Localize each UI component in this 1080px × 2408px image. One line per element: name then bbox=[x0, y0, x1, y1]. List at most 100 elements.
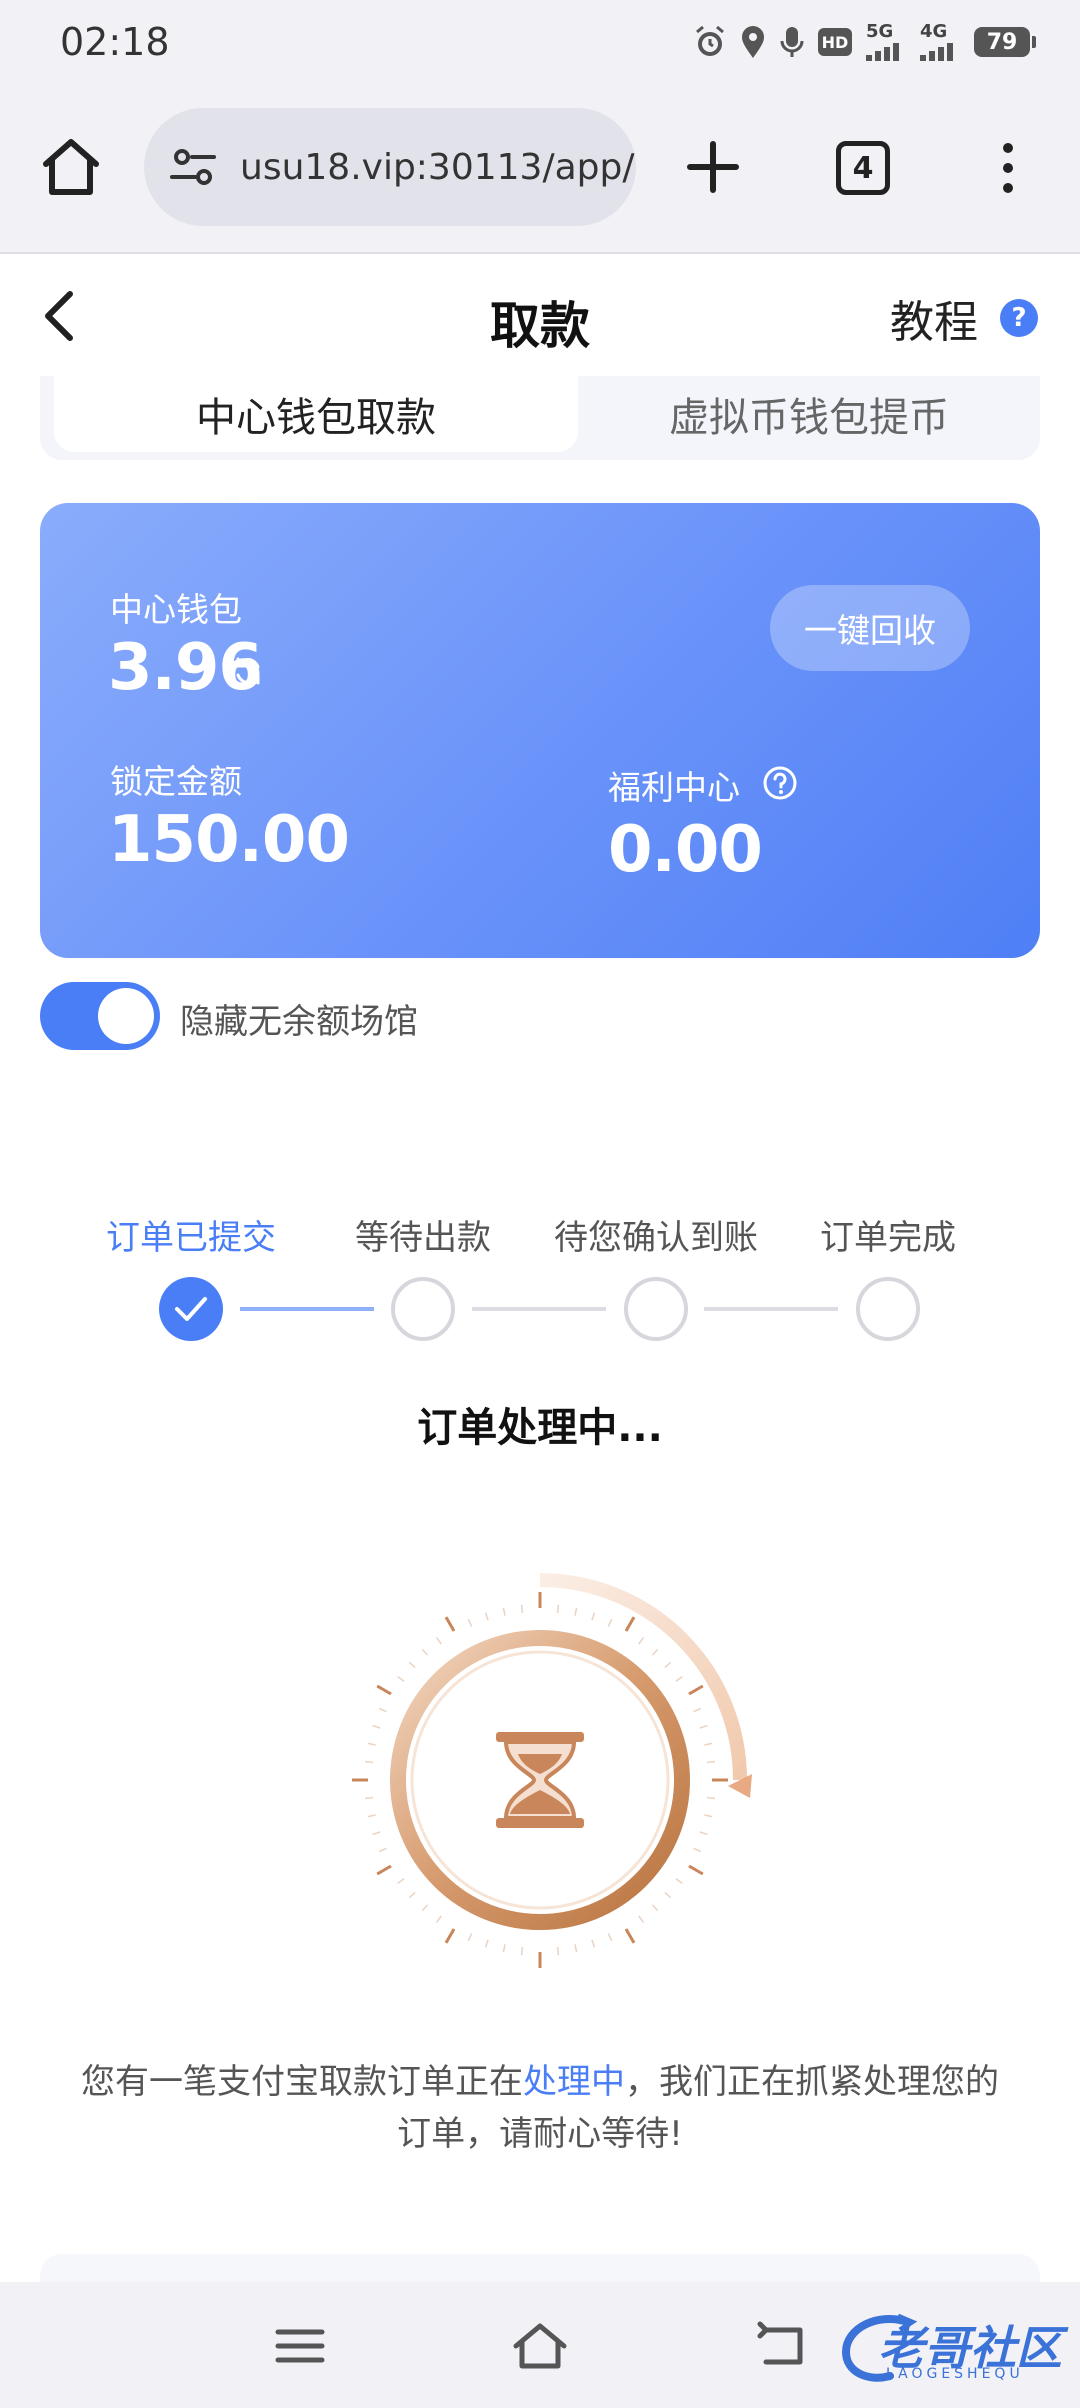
step-circle bbox=[391, 1277, 455, 1341]
dial-tick bbox=[675, 1878, 683, 1885]
step-connector bbox=[240, 1307, 374, 1311]
mic-icon bbox=[780, 27, 804, 57]
dial-tick bbox=[367, 1742, 376, 1746]
dial-tick bbox=[421, 1648, 429, 1656]
dial-tick bbox=[556, 1604, 560, 1613]
dial-tick bbox=[484, 1939, 489, 1948]
dial-tick bbox=[699, 1724, 708, 1729]
dial-tick bbox=[591, 1939, 596, 1948]
dial-tick bbox=[397, 1675, 405, 1682]
dial-tick bbox=[638, 1637, 645, 1645]
dial-tick bbox=[699, 1831, 708, 1836]
dial-tick bbox=[364, 1796, 373, 1800]
question-icon[interactable] bbox=[762, 765, 798, 801]
dial-tick bbox=[467, 1933, 473, 1942]
status-icons: HD 5G 4G 79 bbox=[694, 20, 1036, 64]
message-prefix: 您有一笔支付宝取款订单正在 bbox=[81, 2062, 523, 2102]
dial-tick bbox=[704, 1742, 713, 1746]
dial-tick bbox=[444, 1928, 456, 1944]
dial-tick bbox=[675, 1675, 683, 1682]
dial-tick bbox=[376, 1864, 392, 1876]
dial-tick bbox=[707, 1760, 716, 1764]
dial-tick bbox=[651, 1648, 659, 1656]
message-highlight: 处理中 bbox=[523, 2062, 625, 2102]
dial-tick bbox=[520, 1604, 524, 1613]
alarm-icon bbox=[696, 25, 724, 56]
dial-tick bbox=[397, 1878, 405, 1885]
dial-tick bbox=[664, 1891, 672, 1899]
battery-level: 79 bbox=[986, 29, 1018, 55]
order-status-text: 订单处理中... bbox=[417, 1405, 663, 1451]
more-menu-icon[interactable] bbox=[986, 140, 1030, 196]
hourglass-progress-dial bbox=[352, 1573, 752, 1968]
dial-tick bbox=[693, 1847, 702, 1853]
signal-4g-icon: 4G bbox=[920, 23, 960, 61]
one-click-recover-button[interactable]: 一键回收 bbox=[770, 585, 970, 671]
site-settings-icon[interactable] bbox=[168, 141, 220, 193]
dial-tick bbox=[408, 1661, 416, 1669]
dial-tick bbox=[607, 1618, 613, 1627]
welfare-center-label: 福利中心 bbox=[608, 768, 740, 807]
dial-tick bbox=[372, 1724, 381, 1729]
tab-count: 4 bbox=[852, 150, 874, 186]
step-label-confirm-received: 待您确认到账 bbox=[554, 1218, 758, 1258]
welfare-center-value: 0.00 bbox=[608, 813, 763, 887]
tab-central-wallet-withdraw[interactable]: 中心钱包取款 bbox=[54, 376, 578, 452]
browser-toolbar: usu18.vip:30113/app/w 4 bbox=[0, 84, 1080, 254]
central-wallet-label: 中心钱包 bbox=[110, 590, 242, 629]
dial-tick bbox=[364, 1760, 373, 1764]
dial-tick bbox=[607, 1933, 613, 1942]
dial-tick bbox=[520, 1947, 524, 1956]
hide-empty-venues-toggle[interactable] bbox=[40, 982, 160, 1050]
dial-tick bbox=[435, 1637, 442, 1645]
locked-amount-value: 150.00 bbox=[108, 803, 350, 877]
dial-tick bbox=[704, 1814, 713, 1818]
tutorial-link[interactable]: 教程 ? bbox=[890, 286, 1038, 350]
net-4g-label: 4G bbox=[920, 21, 948, 42]
dial-tick bbox=[693, 1707, 702, 1713]
net-5g-label: 5G bbox=[866, 21, 894, 42]
dial-tick bbox=[556, 1947, 560, 1956]
watermark-logo: 老哥社区 LAOGESHEQU bbox=[838, 2304, 1070, 2394]
signal-5g-icon: 5G bbox=[866, 23, 906, 61]
refresh-icon[interactable] bbox=[230, 653, 266, 689]
dial-tick bbox=[378, 1707, 387, 1713]
dial-tick bbox=[688, 1864, 704, 1876]
step-connector bbox=[472, 1307, 606, 1311]
tab-switcher-button[interactable]: 4 bbox=[836, 141, 890, 195]
home-icon[interactable] bbox=[38, 134, 104, 200]
status-time: 02:18 bbox=[60, 20, 170, 64]
dial-tick bbox=[651, 1904, 659, 1912]
help-icon[interactable]: ? bbox=[1000, 299, 1038, 337]
step-connector bbox=[704, 1307, 838, 1311]
recent-apps-icon[interactable] bbox=[270, 2318, 330, 2374]
step-label-submitted: 订单已提交 bbox=[106, 1218, 276, 1258]
new-tab-icon[interactable] bbox=[680, 134, 746, 200]
system-nav-bar: 老哥社区 LAOGESHEQU bbox=[0, 2282, 1080, 2408]
step-circle bbox=[856, 1277, 920, 1341]
dial-tick bbox=[367, 1814, 376, 1818]
step-label-waiting-payout: 等待出款 bbox=[355, 1218, 491, 1258]
address-bar[interactable]: usu18.vip:30113/app/w bbox=[144, 108, 636, 226]
dial-tick bbox=[624, 1616, 636, 1632]
dial-tick bbox=[467, 1618, 473, 1627]
dial-tick bbox=[664, 1661, 672, 1669]
status-bar: 02:18 HD 5G 4G 79 bbox=[0, 0, 1080, 84]
hide-empty-venues-label: 隐藏无余额场馆 bbox=[180, 1002, 418, 1042]
dial-tick bbox=[591, 1612, 596, 1621]
nav-back-icon[interactable] bbox=[752, 2318, 812, 2374]
dial-tick bbox=[688, 1684, 704, 1696]
dial-tick bbox=[707, 1796, 716, 1800]
dial-tick bbox=[435, 1915, 442, 1923]
dial-tick bbox=[502, 1607, 506, 1616]
dial-tick bbox=[574, 1944, 578, 1953]
location-icon bbox=[742, 26, 764, 58]
dial-tick bbox=[376, 1684, 392, 1696]
url-text: usu18.vip:30113/app/w bbox=[240, 146, 636, 188]
dial-tick bbox=[378, 1847, 387, 1853]
dial-tick bbox=[638, 1915, 645, 1923]
locked-amount-label: 锁定金额 bbox=[110, 762, 242, 801]
tab-crypto-wallet-withdraw[interactable]: 虚拟币钱包提币 bbox=[578, 376, 1040, 452]
dial-tick bbox=[421, 1904, 429, 1912]
nav-home-icon[interactable] bbox=[510, 2318, 570, 2374]
